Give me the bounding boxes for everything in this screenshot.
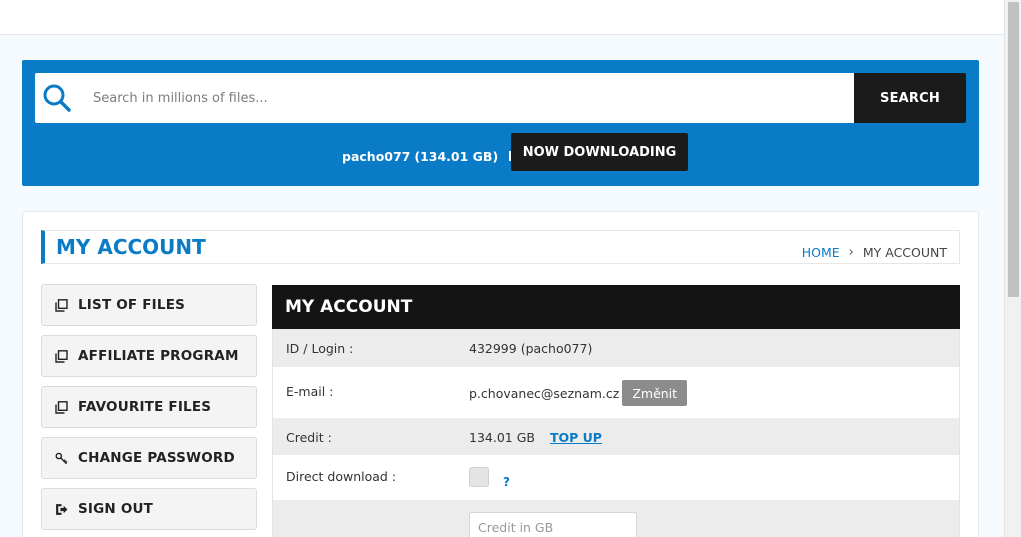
- now-downloading-button[interactable]: NOW DOWNLOADING: [511, 133, 688, 171]
- sidebar-item-list-of-files[interactable]: LIST OF FILES: [41, 284, 257, 326]
- account-row-credit: Credit : 134.01 GB TOP UP: [272, 418, 960, 455]
- sidebar-item-favourite-files[interactable]: FAVOURITE FILES: [41, 386, 257, 428]
- sidebar: LIST OF FILES AFFILIATE PROGRAM FAVOURIT…: [41, 284, 257, 537]
- direct-download-group: ?: [469, 465, 510, 489]
- account-panel: MY ACCOUNT ID / Login : 432999 (pacho077…: [272, 285, 960, 537]
- user-credit: (134.01 GB): [414, 148, 499, 164]
- page-header: MY ACCOUNT HOME › MY ACCOUNT: [41, 230, 960, 264]
- direct-download-help-link[interactable]: ?: [503, 475, 510, 489]
- id-label: ID / Login :: [286, 341, 354, 356]
- breadcrumb-current: MY ACCOUNT: [862, 245, 947, 260]
- sidebar-item-label: LIST OF FILES: [78, 297, 186, 313]
- search-input[interactable]: [93, 73, 843, 123]
- direct-download-checkbox[interactable]: [469, 467, 489, 487]
- direct-download-label: Direct download :: [286, 469, 397, 484]
- sidebar-item-affiliate-program[interactable]: AFFILIATE PROGRAM: [41, 335, 257, 377]
- account-panel-heading: MY ACCOUNT: [272, 285, 960, 329]
- credit-label: Credit :: [286, 430, 332, 445]
- sidebar-item-label: SIGN OUT: [78, 501, 154, 517]
- page-title: MY ACCOUNT: [56, 235, 206, 259]
- content-card: MY ACCOUNT HOME › MY ACCOUNT LIST OF FIL…: [22, 211, 979, 537]
- credit-value: 134.01 GB: [469, 430, 535, 445]
- copy-icon: [55, 400, 68, 414]
- search-button[interactable]: SEARCH: [854, 73, 966, 123]
- copy-icon: [55, 349, 68, 363]
- id-value: 432999 (pacho077): [469, 341, 593, 356]
- copy-icon: [55, 298, 68, 312]
- sign-out-icon: [56, 503, 68, 515]
- scrollbar[interactable]: [1004, 0, 1021, 537]
- sidebar-item-label: FAVOURITE FILES: [78, 399, 212, 415]
- sidebar-item-change-password[interactable]: CHANGE PASSWORD: [41, 437, 257, 479]
- breadcrumb-separator: ›: [848, 245, 854, 260]
- scrollbar-thumb[interactable]: [1008, 2, 1019, 297]
- account-row-email: E-mail : p.chovanec@seznam.cz Změnit: [272, 367, 960, 418]
- sidebar-item-label: CHANGE PASSWORD: [78, 450, 235, 466]
- account-row-direct-download: Direct download : ?: [272, 455, 960, 500]
- sidebar-item-label: AFFILIATE PROGRAM: [78, 348, 239, 364]
- search-icon: [43, 84, 71, 112]
- user-info: pacho077 (134.01 GB): [342, 146, 520, 166]
- change-email-button[interactable]: Změnit: [622, 380, 688, 406]
- search-box[interactable]: [35, 73, 855, 123]
- credit-value-group: 134.01 GB TOP UP: [469, 430, 602, 445]
- email-label: E-mail :: [286, 384, 334, 399]
- sidebar-item-sign-out[interactable]: SIGN OUT: [41, 488, 257, 530]
- breadcrumb: HOME › MY ACCOUNT: [802, 245, 947, 260]
- top-bar: [0, 0, 1004, 35]
- account-row-id: ID / Login : 432999 (pacho077): [272, 329, 960, 367]
- breadcrumb-home-link[interactable]: HOME: [802, 245, 840, 260]
- top-up-link[interactable]: TOP UP: [550, 430, 602, 445]
- email-value-group: p.chovanec@seznam.cz Změnit: [469, 380, 688, 406]
- account-row-credit-input: [272, 500, 960, 537]
- search-panel: SEARCH pacho077 (134.01 GB) NOW DOWNLOAD…: [22, 60, 979, 186]
- email-value: p.chovanec@seznam.cz: [469, 385, 620, 401]
- username[interactable]: pacho077: [342, 149, 410, 164]
- credit-gb-input[interactable]: [469, 512, 637, 537]
- key-icon: [55, 452, 68, 464]
